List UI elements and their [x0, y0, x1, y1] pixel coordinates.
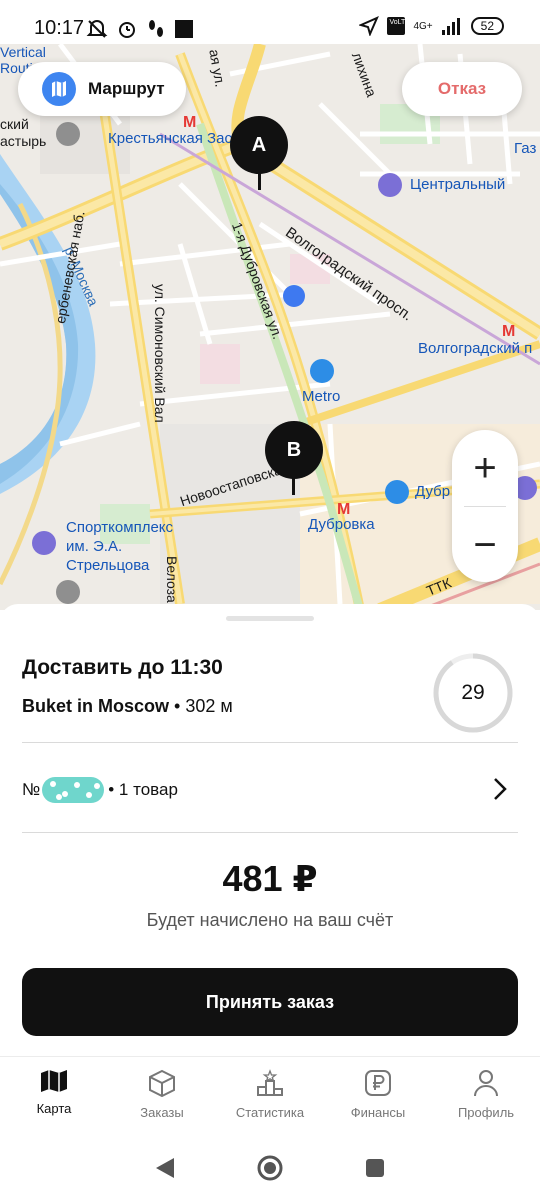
map-label-dubrovka: Дубровка [308, 516, 375, 533]
svg-text:M: M [502, 323, 515, 340]
map-label-volg-station: Волгоградский п [418, 340, 533, 357]
accept-order-button[interactable]: Принять заказ [22, 968, 518, 1036]
current-location-dot [283, 285, 305, 307]
location-icon [359, 16, 380, 36]
nav-label-profile: Профиль [457, 1105, 515, 1120]
map-route-icon [42, 72, 76, 106]
map-icon [41, 1070, 67, 1092]
nav-label-finance: Финансы [350, 1105, 406, 1120]
svg-text:M: M [183, 114, 196, 131]
nav-item-stats[interactable]: Статистика [216, 1057, 324, 1136]
mute-icon [86, 20, 108, 38]
nav-item-orders[interactable]: Заказы [108, 1057, 216, 1136]
alarm-icon [119, 22, 135, 38]
zoom-in-button[interactable]: + [452, 430, 518, 506]
nav-label-map: Карта [36, 1101, 72, 1116]
shop-name: Buket in Moscow [22, 696, 170, 716]
pin-a-stem [258, 170, 261, 190]
pin-b-stem [292, 475, 295, 495]
map-label-dubr2: Дубр [415, 483, 451, 500]
ruble-icon [365, 1070, 391, 1096]
signal-icon [441, 18, 460, 35]
order-number-redacted [42, 777, 105, 803]
zoom-out-button[interactable]: − [452, 507, 518, 583]
nav-item-profile[interactable]: Профиль [432, 1057, 540, 1136]
map-label-tsentral: Центральный [410, 176, 506, 193]
price-note: Будет начислено на ваш счёт [146, 910, 394, 930]
box-icon [149, 1069, 175, 1097]
pin-b[interactable]: B [265, 421, 323, 479]
status-bar: 10:17 VoLTE 4G+ 52 [0, 0, 540, 48]
podium-icon [257, 1069, 283, 1096]
divider-2 [22, 832, 518, 833]
route-button[interactable]: Маршрут [18, 62, 186, 116]
square-icon [175, 20, 193, 38]
sheet-handle[interactable] [226, 616, 314, 621]
map-label-velozav: Велоза [164, 556, 180, 603]
system-nav-bar [0, 1136, 540, 1200]
order-details-row[interactable]: № • 1 товар [22, 772, 518, 808]
deliver-by-title: Доставить до 11:30 [22, 656, 223, 679]
status-time: 10:17 [34, 17, 85, 39]
back-icon[interactable] [154, 1156, 176, 1180]
zoom-controls: + − [452, 430, 518, 582]
user-icon [474, 1070, 498, 1097]
map-label-monastyr: ский астырь [0, 116, 47, 149]
order-items: • 1 товар [108, 780, 178, 799]
map-label-gaz: Газ [514, 140, 537, 157]
divider-1 [22, 742, 518, 743]
cancel-button[interactable]: Отказ [402, 62, 522, 116]
recents-icon[interactable] [364, 1157, 386, 1179]
nav-label-orders: Заказы [140, 1105, 184, 1120]
nav-label-stats: Статистика [235, 1105, 305, 1120]
order-sheet: Доставить до 11:30 Buket in Moscow • 302… [0, 604, 540, 1060]
shop-distance: • 302 м [169, 696, 233, 716]
network-label: 4G+ [413, 20, 433, 32]
chevron-right-icon [494, 778, 507, 800]
map-label-metro: Metro [302, 388, 341, 405]
pin-a[interactable]: A [230, 116, 288, 174]
battery-indicator: 52 [470, 17, 504, 35]
bottom-nav: Карта Заказы Статистика Финансы Профиль [0, 1056, 540, 1136]
nav-item-map[interactable]: Карта [0, 1057, 108, 1136]
order-price: 481 ₽ [222, 858, 318, 899]
map-label-simon: ул. Симоновский Вал [152, 284, 168, 423]
home-icon[interactable] [256, 1154, 284, 1182]
route-button-label: Маршрут [88, 79, 165, 98]
countdown-value: 29 [461, 681, 485, 704]
volte-badge: VoLTE [387, 17, 406, 35]
order-number-prefix: № [22, 780, 41, 799]
steps-icon [149, 20, 163, 37]
shop-info: Buket in Moscow • 302 м [22, 696, 233, 717]
nav-item-finance[interactable]: Финансы [324, 1057, 432, 1136]
